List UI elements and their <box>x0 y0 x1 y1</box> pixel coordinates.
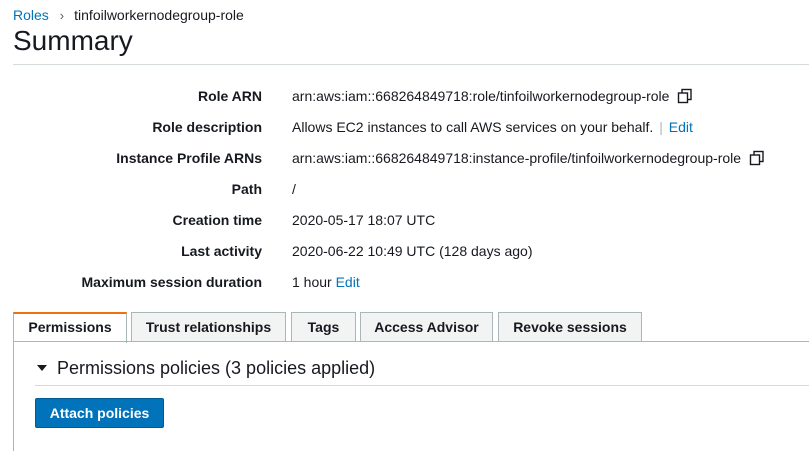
last-activity-label: Last activity <box>181 243 262 259</box>
max-session-duration-label: Maximum session duration <box>81 274 262 290</box>
path-value: / <box>292 181 296 197</box>
summary-row-path: Path / <box>0 176 809 202</box>
instance-profile-arns-label: Instance Profile ARNs <box>116 150 262 166</box>
creation-time-value: 2020-05-17 18:07 UTC <box>292 212 436 228</box>
summary-row-instance-profile-arns: Instance Profile ARNs arn:aws:iam::66826… <box>0 145 809 171</box>
instance-profile-arns-text: arn:aws:iam::668264849718:instance-profi… <box>292 150 742 166</box>
role-description-text: Allows EC2 instances to call AWS service… <box>292 119 654 135</box>
summary-row-role-description: Role description Allows EC2 instances to… <box>0 114 809 140</box>
permissions-divider <box>35 385 809 386</box>
edit-session-duration-link[interactable]: Edit <box>336 274 360 290</box>
instance-profile-arns-value: arn:aws:iam::668264849718:instance-profi… <box>292 145 765 171</box>
edit-description-link[interactable]: Edit <box>669 119 693 135</box>
tab-panel-left-border <box>13 341 14 451</box>
tab-trust-relationships[interactable]: Trust relationships <box>131 312 286 341</box>
max-session-duration-value: 1 hour Edit <box>292 269 360 295</box>
page-title: Summary <box>13 25 133 56</box>
role-arn-label: Role ARN <box>197 88 262 104</box>
role-arn-text: arn:aws:iam::668264849718:role/tinfoilwo… <box>292 88 670 104</box>
breadcrumb-roles-link[interactable]: Roles <box>13 7 49 23</box>
role-arn-value: arn:aws:iam::668264849718:role/tinfoilwo… <box>292 83 693 109</box>
summary-row-max-session-duration: Maximum session duration 1 hour Edit <box>0 269 809 295</box>
tab-tags[interactable]: Tags <box>291 312 356 341</box>
breadcrumb: Roles › tinfoilworkernodegroup-role <box>13 7 244 23</box>
tab-revoke-sessions[interactable]: Revoke sessions <box>498 312 642 341</box>
breadcrumb-current: tinfoilworkernodegroup-role <box>74 7 244 23</box>
attach-policies-button[interactable]: Attach policies <box>35 398 164 428</box>
permissions-policies-toggle[interactable]: Permissions policies (3 policies applied… <box>35 358 375 379</box>
copy-icon[interactable] <box>749 150 765 166</box>
summary-row-creation-time: Creation time 2020-05-17 18:07 UTC <box>0 207 809 233</box>
last-activity-value: 2020-06-22 10:49 UTC (128 days ago) <box>292 243 533 259</box>
role-description-label: Role description <box>152 119 262 135</box>
caret-down-icon <box>37 365 47 371</box>
summary-row-last-activity: Last activity 2020-06-22 10:49 UTC (128 … <box>0 238 809 264</box>
title-divider <box>13 64 809 65</box>
tab-permissions[interactable]: Permissions <box>13 312 127 343</box>
creation-time-label: Creation time <box>172 212 262 228</box>
permissions-policies-heading: Permissions policies (3 policies applied… <box>57 358 376 378</box>
path-label: Path <box>231 181 262 197</box>
summary-row-role-arn: Role ARN arn:aws:iam::668264849718:role/… <box>0 83 809 109</box>
copy-icon[interactable] <box>677 88 693 104</box>
max-session-duration-text: 1 hour <box>292 274 332 290</box>
tab-panel-border <box>13 341 809 342</box>
role-description-value: Allows EC2 instances to call AWS service… <box>292 114 693 140</box>
tab-access-advisor[interactable]: Access Advisor <box>360 312 493 341</box>
separator: | <box>659 119 663 135</box>
chevron-right-icon: › <box>59 8 65 23</box>
